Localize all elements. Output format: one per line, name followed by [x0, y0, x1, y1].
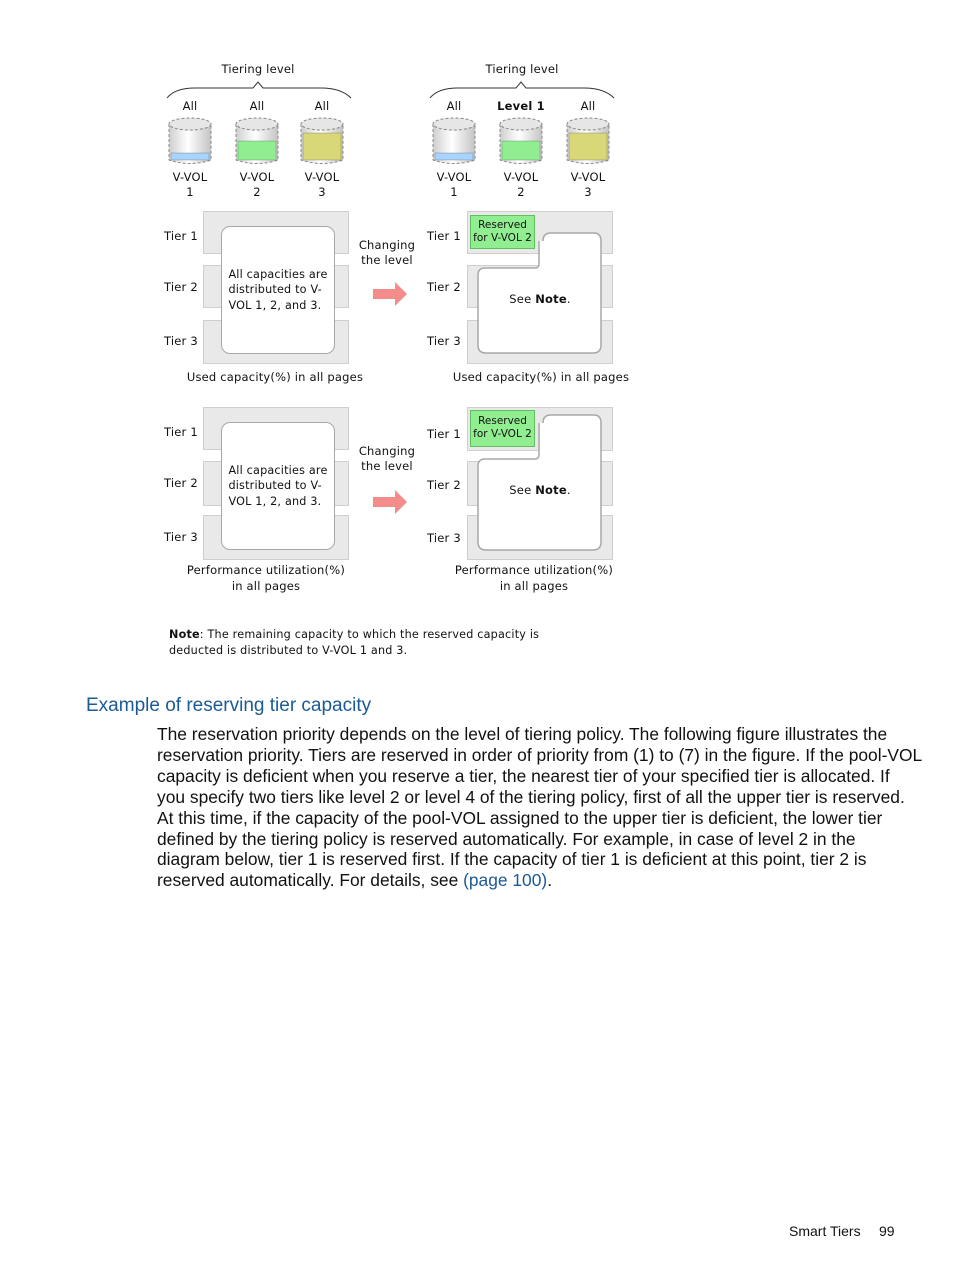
changing-line: the level	[361, 253, 413, 267]
page-link[interactable]: (page 100)	[463, 870, 547, 890]
tier-label-1: Tier 1	[164, 229, 198, 243]
paragraph-line: defined by the tiering policy is reserve…	[157, 828, 856, 849]
paragraph-text: reserved automatically. For details, see	[157, 870, 464, 891]
see-note-bold: Note	[535, 292, 567, 306]
caption-line: Performance utilization(%)	[186, 563, 346, 577]
changing-level-label: Changing the level	[352, 444, 422, 474]
volume-name: V-VOL	[570, 170, 606, 184]
volume-fill	[302, 132, 342, 161]
note-text-line2: deducted is distributed to V-VOL 1 and 3…	[169, 644, 408, 657]
tiering-level-title-right: Tiering level	[485, 62, 559, 76]
volume-fill	[568, 132, 608, 161]
panel1-caption-left: Used capacity(%) in all pages	[186, 370, 364, 384]
tier-label-2: Tier 2	[427, 478, 461, 492]
changing-line: Changing	[358, 238, 416, 252]
changing-line: the level	[361, 459, 413, 473]
tier-label-2: Tier 2	[164, 280, 198, 294]
brace-right	[429, 81, 615, 99]
box-text-line: VOL 1, 2, and 3.	[228, 494, 322, 508]
tier-label-3: Tier 3	[427, 334, 461, 348]
tiering-level-value: All	[580, 99, 596, 113]
caption-line: Performance utilization(%)	[454, 563, 614, 577]
tiering-level-title-left: Tiering level	[221, 62, 295, 76]
see-note-text: See Note.	[478, 483, 602, 497]
paragraph-line: reserved automatically. For details, see…	[157, 870, 902, 891]
panel2-caption-left: Performance utilization(%) in all pages	[150, 562, 382, 594]
volume-fill	[434, 152, 474, 161]
footer-page-number: 99	[879, 1223, 895, 1239]
see-note-prefix: See	[509, 483, 536, 497]
box-text-line: All capacities are	[228, 463, 328, 477]
right-arrow-icon	[373, 282, 407, 306]
caption-line: in all pages	[231, 579, 301, 593]
paragraph-line: reservation priority. Tiers are reserved…	[157, 744, 923, 765]
see-note-suffix: .	[566, 483, 571, 497]
changing-line: Changing	[358, 444, 416, 458]
volume-cylinder-icon	[300, 117, 344, 164]
volume-cylinder-icon	[499, 117, 543, 164]
tier-label-3: Tier 3	[427, 531, 461, 545]
section-heading: Example of reserving tier capacity	[86, 695, 372, 716]
box-text-line: VOL 1, 2, and 3.	[228, 298, 322, 312]
tier-label-2: Tier 2	[427, 280, 461, 294]
volume-fill	[237, 140, 277, 161]
tier-label-1: Tier 1	[427, 427, 461, 441]
footer-section-name: Smart Tiers	[789, 1223, 861, 1239]
box-text-line: distributed to V-	[228, 283, 322, 297]
paragraph-line: capacity is deficient when you reserve a…	[157, 765, 890, 786]
changing-level-label: Changing the level	[352, 238, 422, 268]
tier-label-3: Tier 3	[164, 530, 198, 544]
volume-number: 3	[584, 185, 592, 199]
volume-cylinder-icon	[432, 117, 476, 164]
paragraph-line: you specify two tiers like level 2 or le…	[157, 786, 905, 807]
note-label: Note	[169, 628, 200, 641]
volume-fill	[501, 140, 541, 161]
right-arrow-icon	[373, 490, 407, 514]
see-note-bold: Note	[535, 483, 567, 497]
figure-note: Note: The remaining capacity to which th…	[169, 627, 539, 659]
brace-left	[166, 81, 352, 99]
volume-label: V-VOL 3	[282, 170, 362, 200]
reserved-line: Reserved	[478, 219, 527, 231]
box-text-line: distributed to V-	[228, 479, 322, 493]
distribution-box: All capacities are distributed to V- VOL…	[221, 422, 335, 550]
see-note-suffix: .	[566, 292, 571, 306]
tiering-level-value: All	[314, 99, 330, 113]
panel2-caption-right: Performance utilization(%) in all pages	[418, 562, 650, 594]
tier-label-1: Tier 1	[427, 229, 461, 243]
see-note-prefix: See	[509, 292, 536, 306]
volume-cylinder-icon	[235, 117, 279, 164]
tier-label-2: Tier 2	[164, 476, 198, 490]
paragraph-line: The reservation priority depends on the …	[157, 724, 888, 744]
volume-label: V-VOL 3	[548, 170, 628, 200]
panel1-caption-right: Used capacity(%) in all pages	[452, 370, 630, 384]
box-text-line: All capacities are	[228, 267, 328, 281]
volume-number: 3	[318, 185, 326, 199]
tier-label-1: Tier 1	[164, 425, 198, 439]
section-paragraph: The reservation priority depends on the …	[157, 724, 923, 891]
caption-line: in all pages	[499, 579, 569, 593]
tier-label-3: Tier 3	[164, 334, 198, 348]
volume-fill	[170, 152, 210, 161]
paragraph-line: diagram below, tier 1 is reserved first.…	[157, 849, 867, 870]
note-text-line1: : The remaining capacity to which the re…	[199, 628, 540, 641]
volume-cylinder-icon	[168, 117, 212, 164]
paragraph-text: .	[547, 870, 553, 891]
volume-name: V-VOL	[304, 170, 340, 184]
see-note-text: See Note.	[478, 292, 602, 306]
distribution-box: All capacities are distributed to V- VOL…	[221, 226, 335, 354]
volume-cylinder-icon	[566, 117, 610, 164]
paragraph-line: At this time, if the capacity of the poo…	[157, 807, 883, 828]
